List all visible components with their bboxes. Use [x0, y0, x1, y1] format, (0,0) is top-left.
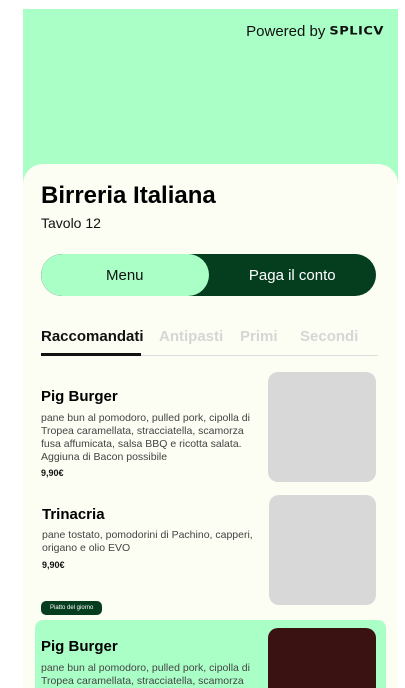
tab-primi[interactable]: Primi — [240, 328, 278, 345]
dish-of-the-day-badge: Piatto del giorno — [41, 601, 103, 615]
item-image — [269, 495, 376, 605]
pay-bill-toggle-button[interactable]: Paga il conto — [209, 254, 377, 296]
restaurant-name: Birreria Italiana — [41, 182, 216, 209]
item-name: Pig Burger — [41, 388, 118, 405]
menu-toggle-button[interactable]: Menu — [41, 254, 209, 296]
tab-antipasti[interactable]: Antipasti — [159, 328, 223, 345]
powered-by-label: Powered by — [246, 23, 326, 40]
item-name: Trinacria — [42, 506, 105, 523]
view-toggle: Menu Paga il conto — [41, 254, 376, 296]
powered-by: Powered by SPLICV — [246, 23, 384, 40]
tab-raccomandati[interactable]: Raccomandati — [41, 328, 144, 345]
app-screen: Powered by SPLICV Birreria Italiana Tavo… — [23, 9, 398, 688]
item-image — [268, 628, 376, 688]
tab-secondi[interactable]: Secondi — [300, 328, 358, 345]
menu-sheet: Birreria Italiana Tavolo 12 Menu Paga il… — [23, 164, 398, 688]
item-price: 9,90€ — [42, 560, 65, 570]
featured-menu-item-card[interactable]: Pig Burger pane bun al pomodoro, pulled … — [35, 620, 386, 688]
item-image — [268, 372, 376, 482]
active-tab-indicator — [41, 353, 141, 356]
category-tabs: Raccomandati Antipasti Primi Secondi — [41, 326, 378, 356]
item-price: 9,90€ — [41, 468, 64, 478]
item-description: pane bun al pomodoro, pulled pork, cipol… — [41, 662, 250, 687]
menu-item-card[interactable]: Pig Burger pane bun al pomodoro, pulled … — [23, 372, 398, 484]
splicv-logo: SPLICV — [329, 25, 384, 38]
item-description: pane bun al pomodoro, pulled pork, cipol… — [41, 412, 250, 463]
table-number: Tavolo 12 — [41, 215, 101, 231]
item-name: Pig Burger — [41, 638, 118, 655]
item-description: pane tostato, pomodorini di Pachino, cap… — [42, 529, 253, 554]
menu-item-card[interactable]: Trinacria pane tostato, pomodorini di Pa… — [23, 492, 398, 605]
